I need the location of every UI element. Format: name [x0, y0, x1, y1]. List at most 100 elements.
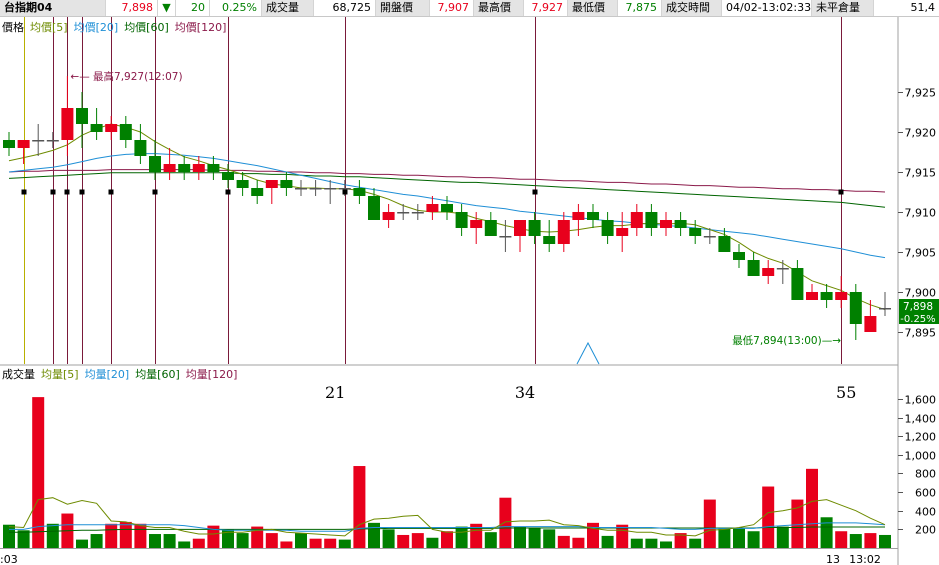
candle-body — [178, 164, 191, 172]
quote-bar: 台指期04 7,898 ▼ 20 0.25% 成交量 68,725 開盤價 7,… — [0, 0, 939, 17]
event-marker-square — [152, 189, 158, 195]
volume-bar — [119, 521, 132, 548]
volume-legend-item: 均量[60] — [135, 368, 180, 381]
volume-bar — [689, 538, 702, 548]
volume-legend-item: 均量[120] — [186, 368, 238, 381]
volume-bar — [528, 527, 541, 548]
candle-body — [149, 156, 161, 172]
low-annotation: 最低7,894(13:00)—→ — [732, 334, 841, 347]
price-axis-tick-label: 7,910 — [905, 207, 937, 220]
volume-bar — [338, 539, 351, 548]
volume-bar — [557, 535, 570, 548]
volume-axis-tick-label: 1,400 — [905, 413, 937, 426]
candle-body — [718, 236, 731, 252]
volume-bar — [864, 533, 877, 548]
price-axis-tick-label: 7,920 — [905, 127, 937, 140]
low-value: 7,875 — [618, 0, 662, 16]
time-axis-right-label: 13:02 — [849, 553, 881, 565]
price-axis-tick-label: 7,895 — [905, 327, 937, 340]
volume-legend-item: 均量[20] — [85, 368, 130, 381]
candle-body — [236, 180, 249, 188]
open-interest-label: 未平倉量 — [812, 0, 874, 16]
candle-body — [134, 140, 147, 156]
volume-bar — [660, 541, 672, 548]
candle-body — [864, 316, 877, 332]
candle-body — [17, 140, 30, 148]
volume-bar — [820, 517, 833, 548]
event-marker-square — [838, 189, 844, 195]
candle-body — [353, 188, 366, 196]
candle-body — [557, 220, 570, 244]
down-arrow-icon: ▼ — [158, 0, 176, 16]
candle-body — [762, 268, 775, 276]
volume-bar — [543, 529, 556, 548]
candle-body — [806, 292, 818, 300]
volume-bar — [280, 541, 293, 548]
open-label: 開盤價 — [376, 0, 430, 16]
volume-bar — [835, 531, 848, 548]
volume-bar — [134, 523, 147, 548]
candle-body — [32, 140, 45, 142]
price-legend-item: 均價[20] — [74, 20, 119, 34]
candle-body — [733, 252, 745, 260]
open-value: 7,907 — [430, 0, 474, 16]
event-marker-square — [342, 189, 348, 195]
candle-body — [470, 220, 483, 228]
candle-body — [572, 212, 585, 220]
volume-bar — [630, 538, 643, 548]
candle-body — [689, 228, 702, 236]
price-gridlines — [0, 17, 899, 565]
volume-bar — [762, 486, 775, 548]
volume-legend-item: 成交量 — [2, 367, 35, 381]
volume-label: 成交量 — [262, 0, 314, 16]
volume-bar — [587, 522, 599, 548]
candle-body — [280, 180, 293, 188]
time-label: 成交時間 — [662, 0, 722, 16]
count-label: 55 — [836, 383, 856, 402]
volume-bar — [32, 397, 45, 548]
volume-legend-item: 均量[5] — [41, 368, 79, 381]
volume-bar — [441, 531, 453, 548]
volume-axis-tick-label: 1,200 — [905, 431, 937, 444]
volume-bar — [645, 538, 658, 548]
volume-bar — [236, 533, 249, 548]
candle-body — [674, 220, 687, 228]
last-price-tag-change: -0.25% — [900, 314, 935, 325]
candle-body — [382, 212, 395, 220]
symbol-label: 台指期04 — [0, 0, 106, 16]
candle-body — [543, 236, 556, 244]
volume-bars — [3, 397, 891, 548]
candle-body — [879, 308, 891, 310]
high-annotation: ←— 最高7,927(12:07) — [70, 70, 182, 83]
volume-bar — [353, 466, 366, 548]
candle-body — [499, 236, 512, 238]
candle-body — [835, 292, 848, 300]
chart-area: 7,895 7,900 7,905 7,910 7,915 7,920 7,925 ←— 最… — [0, 17, 939, 565]
event-marker-square — [50, 189, 56, 195]
candle-body — [295, 188, 307, 190]
event-marker-square — [108, 189, 114, 195]
volume-bar — [163, 534, 176, 548]
candle-body — [411, 212, 424, 214]
volume-bar — [382, 529, 395, 548]
price-axis-tick-label: 7,915 — [905, 167, 937, 180]
count-label: 34 — [515, 383, 535, 402]
volume-bar — [806, 468, 818, 548]
volume-bar — [3, 524, 15, 548]
volume-axis-tick-label: 200 — [915, 524, 936, 537]
price-axis-tick-label: 7,905 — [905, 247, 937, 260]
event-marker-square — [79, 189, 85, 195]
candle-body — [76, 108, 88, 124]
volume-bar — [776, 526, 789, 548]
time-axis-tick-13: 13 — [826, 553, 840, 565]
candle-body — [849, 292, 862, 324]
volume-bar — [265, 533, 278, 548]
price-legend-item: 均價[5] — [30, 20, 68, 34]
candle-body — [426, 204, 439, 212]
candle-body — [309, 188, 322, 190]
volume-axis: 200 400 600 800 1,000 1,200 1,400 1,600 — [898, 394, 936, 537]
candlesticks — [3, 76, 891, 340]
volume-bar — [192, 538, 205, 548]
volume-bar — [149, 534, 161, 548]
volume-bar — [397, 534, 410, 548]
